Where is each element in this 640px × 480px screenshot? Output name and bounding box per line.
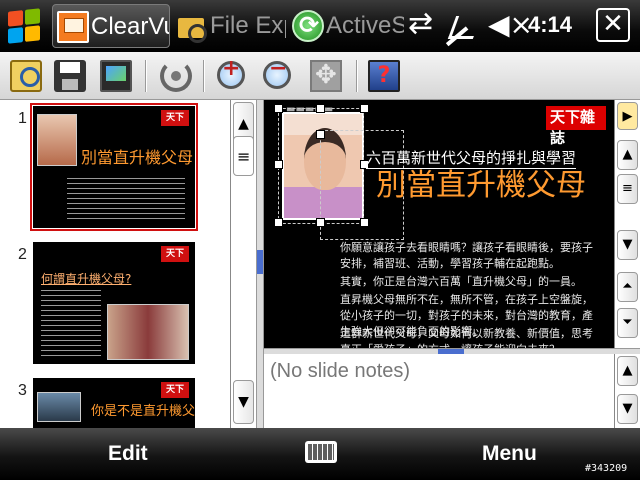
task-tab-file-explorer[interactable]: File Explorer — [172, 4, 286, 48]
resize-handle[interactable] — [316, 130, 325, 139]
scroll-down-arrow[interactable]: ▼ — [617, 230, 638, 260]
scroll-down-arrow[interactable]: ▼ — [617, 394, 638, 424]
rotate-icon[interactable] — [160, 60, 192, 92]
slide-paragraph: 這群新世代父母，父母如何以新教養、新價值，思考真正「愛孩子」的方式，讓孩子能迎向… — [340, 327, 593, 348]
help-icon[interactable]: ? — [368, 60, 400, 92]
task-tab-label: ActiveSync — [326, 12, 404, 39]
build-id-label: #343209 — [585, 463, 628, 474]
toolbar: ? — [0, 52, 640, 100]
thumbnail-photo — [107, 304, 189, 360]
thumbnail-number: 1 — [18, 110, 27, 127]
page-up-arrow[interactable]: ⏶ — [617, 272, 638, 302]
brand-badge: 天下 — [161, 246, 189, 262]
sync-icon — [292, 10, 324, 42]
thumbnail-number: 3 — [18, 382, 27, 399]
start-button[interactable] — [0, 0, 50, 52]
pane-splitter[interactable] — [256, 100, 264, 428]
brand-badge: 天下 — [161, 110, 189, 126]
slideshow-icon[interactable] — [100, 60, 132, 92]
slide-thumbnail-1[interactable]: 天下 別當直升機父母 — [30, 103, 198, 231]
open-icon[interactable] — [10, 60, 42, 92]
menu-softkey[interactable]: Menu — [482, 442, 537, 466]
save-icon[interactable] — [54, 60, 86, 92]
resize-handle[interactable] — [316, 104, 325, 113]
slide-view[interactable]: ▬▬▬▬▬ 天下雜誌 六百萬新世代父母的掙扎與學習 別當直升機父母 你願意讓孩子… — [264, 100, 614, 348]
scroll-down-arrow[interactable]: ▼ — [233, 380, 254, 424]
thumbnail-title: 別當直升機父母 — [81, 148, 194, 167]
pan-icon[interactable] — [310, 60, 342, 92]
resize-handle[interactable] — [360, 218, 369, 227]
resize-handle[interactable] — [274, 160, 283, 169]
edit-softkey[interactable]: Edit — [108, 442, 148, 466]
toolbar-separator — [145, 60, 146, 92]
folder-search-icon — [176, 10, 208, 43]
thumbnail-photo — [37, 392, 81, 422]
brand-badge: 天下雜誌 — [546, 106, 606, 147]
close-button[interactable]: ✕ — [596, 8, 630, 42]
slide-paragraph: 其實，你正是台灣六百萬「直升機父母」的一員。 — [340, 275, 582, 288]
thumbnail-scrollbar[interactable]: ▲ ▼ — [230, 100, 256, 428]
resize-handle[interactable] — [360, 104, 369, 113]
task-tab-label: ClearVue PPT — [91, 13, 169, 40]
task-tab-label: File Explorer — [210, 12, 286, 39]
next-slide-icon[interactable]: ▶ — [617, 102, 638, 130]
keyboard-icon[interactable] — [305, 441, 337, 463]
slide-thumbnail-2[interactable]: 天下 何謂直升機父母? — [33, 242, 195, 364]
softkey-bar: Edit Menu — [0, 428, 640, 480]
resize-handle[interactable] — [274, 104, 283, 113]
scroll-thumb[interactable] — [233, 136, 254, 176]
slide-notes-text: (No slide notes) — [270, 360, 411, 382]
thumbnail-title: 你是不是直升機父 — [91, 404, 195, 419]
page-down-arrow[interactable]: ⏷ — [617, 308, 638, 338]
splitter-grip[interactable] — [257, 250, 263, 274]
data-connection-icon[interactable]: ⇄ — [408, 6, 442, 58]
resize-handle[interactable] — [274, 218, 283, 227]
slide-thumbnail-3[interactable]: 天下 你是不是直升機父 — [33, 378, 195, 428]
slide-title: 別當直升機父母 — [376, 168, 586, 203]
slide-scrollbar[interactable]: ▶ ▲ ≡ ▼ ⏶ ⏷ — [614, 100, 640, 348]
slide-canvas[interactable]: ▬▬▬▬▬ 天下雜誌 六百萬新世代父母的掙扎與學習 別當直升機父母 你願意讓孩子… — [274, 104, 606, 348]
scroll-thumb[interactable]: ≡ — [617, 174, 638, 204]
thumbnail-body-text — [67, 178, 185, 222]
slide-thumbnail-pane[interactable]: 1 天下 別當直升機父母 2 天下 何謂直升機父母? 3 天下 你是不是直升機父 — [0, 100, 230, 428]
task-tab-clearvue[interactable]: ClearVue PPT — [52, 4, 170, 48]
slide-notes-pane[interactable]: (No slide notes) — [264, 354, 614, 428]
resize-handle[interactable] — [316, 218, 325, 227]
notes-scrollbar[interactable]: ▲ ▼ — [614, 354, 640, 428]
thumbnail-photo — [37, 114, 77, 166]
thumbnail-title: 何謂直升機父母? — [41, 272, 132, 286]
scroll-up-arrow[interactable]: ▲ — [617, 140, 638, 170]
toolbar-separator — [356, 60, 357, 92]
taskbar: ClearVue PPT File Explorer ActiveSync ⇄ … — [0, 0, 640, 52]
brand-badge: 天下 — [161, 382, 189, 398]
toolbar-separator — [203, 60, 204, 92]
thumbnail-body-text — [41, 290, 101, 360]
thumbnail-number: 2 — [18, 246, 27, 263]
zoom-out-icon[interactable] — [262, 56, 294, 92]
slide-paragraph: 你願意讓孩子去看眼睛嗎？讓孩子看眼睛後，要孩子安排，補習班、活動，學習孩子輔在起… — [340, 241, 593, 270]
slide-subtitle: 六百萬新世代父母的掙扎與學習 — [366, 149, 577, 169]
scroll-up-arrow[interactable]: ▲ — [617, 356, 638, 386]
presentation-icon — [57, 11, 89, 43]
windows-logo-icon — [8, 8, 40, 44]
task-tab-activesync[interactable]: ActiveSync — [288, 4, 404, 48]
zoom-in-icon[interactable] — [216, 56, 248, 92]
